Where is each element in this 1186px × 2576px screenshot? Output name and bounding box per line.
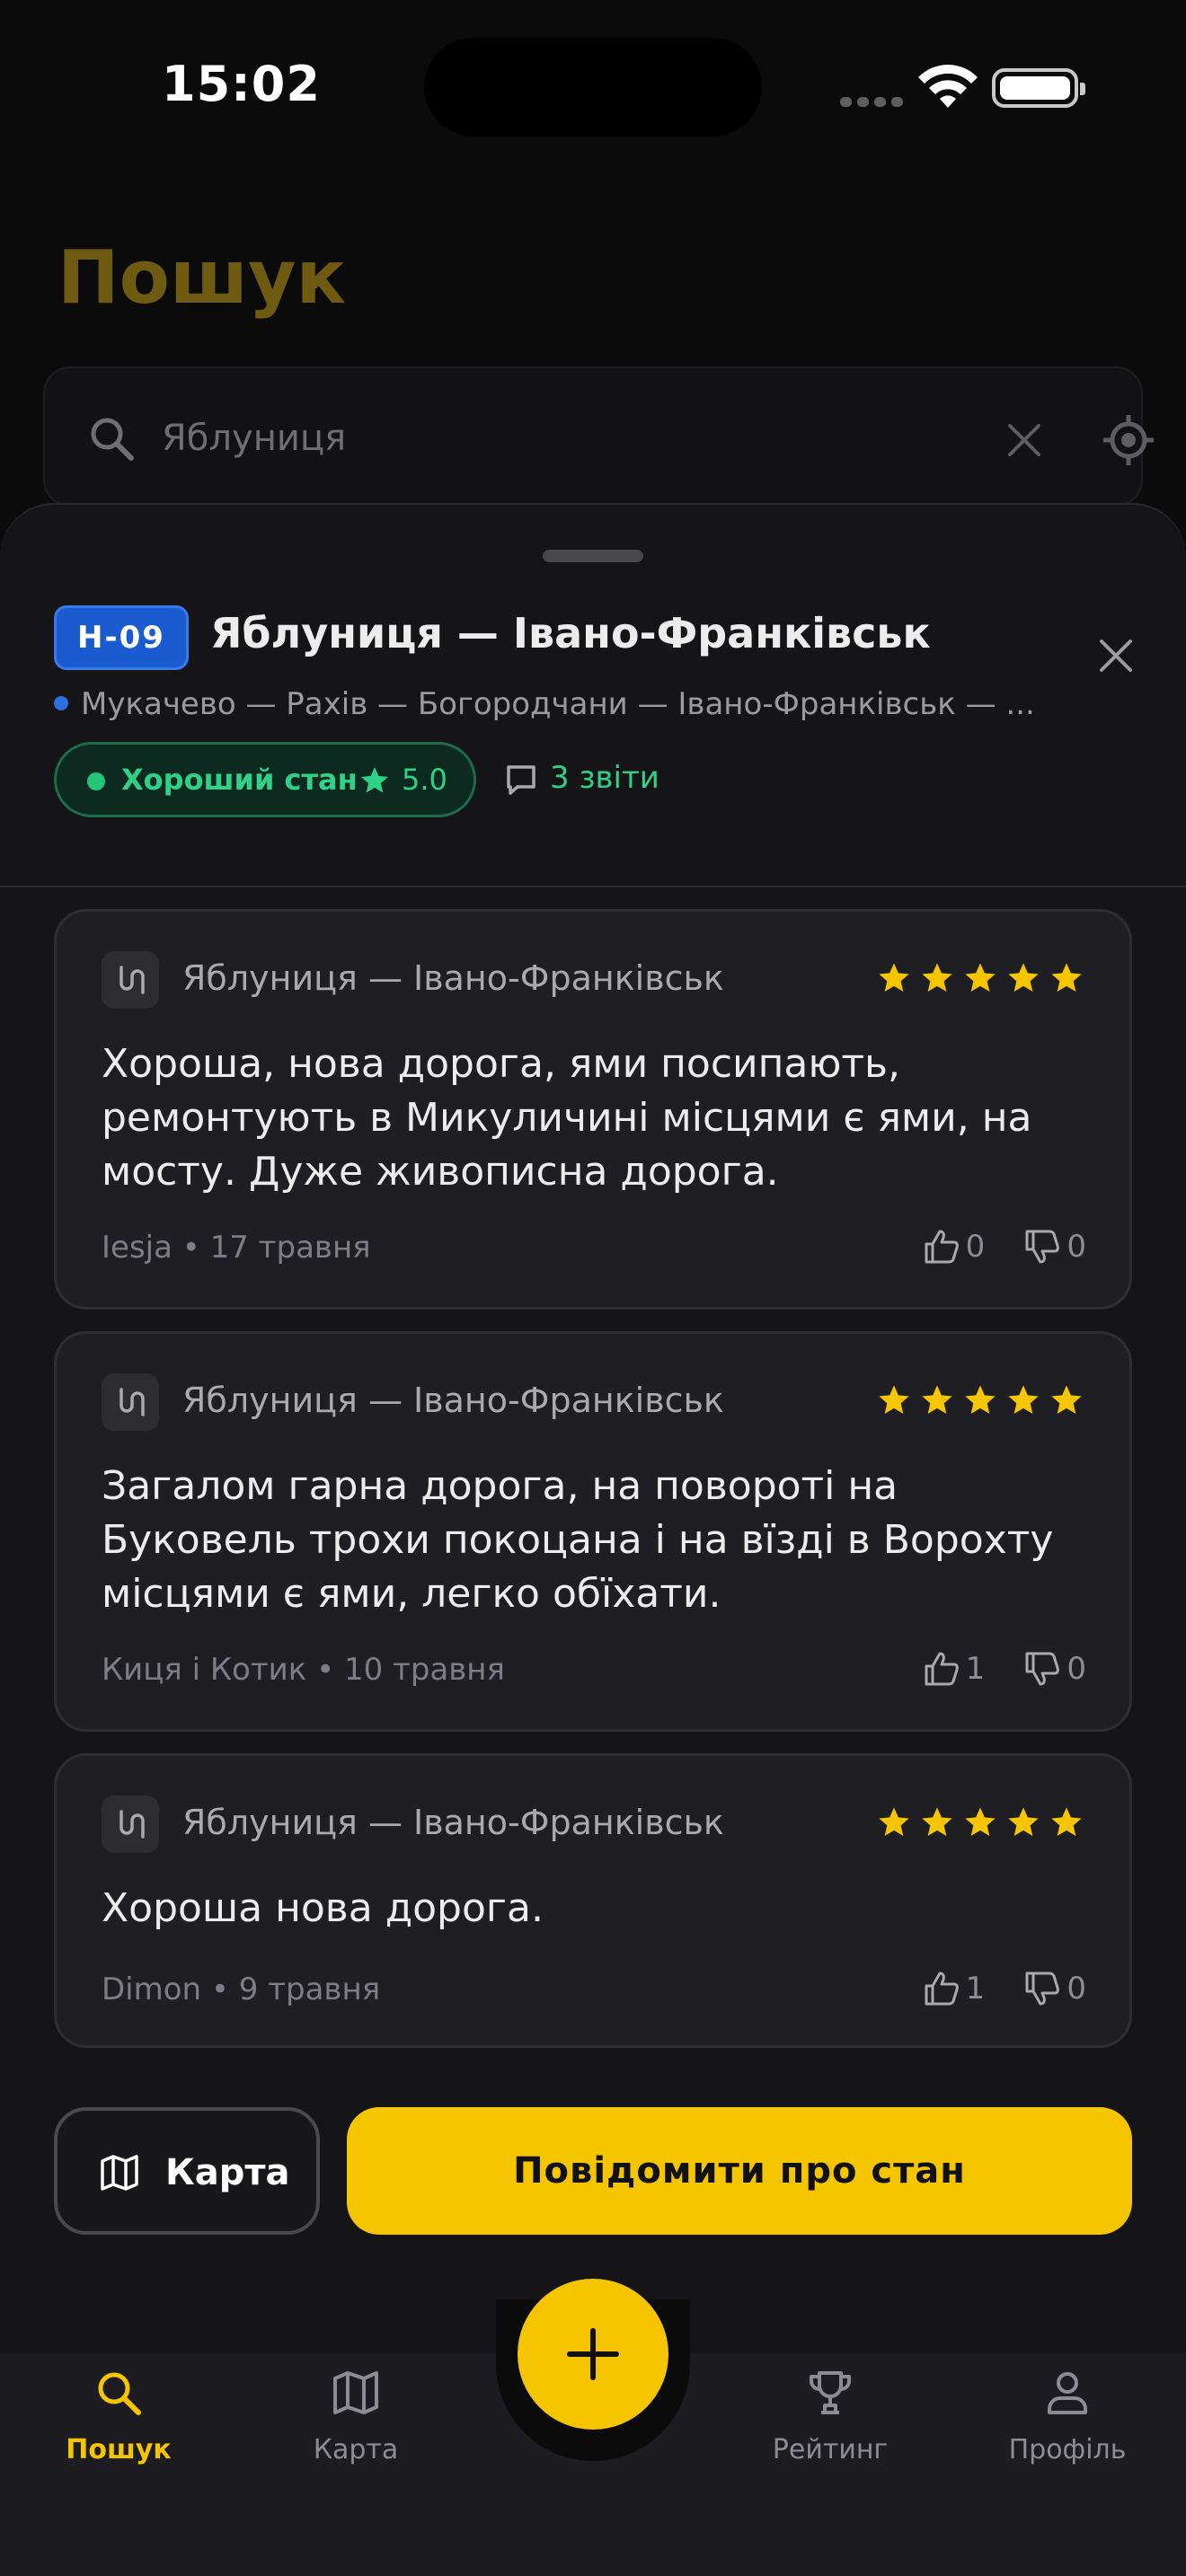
star-icon: [879, 1807, 909, 1836]
dislike-button[interactable]: 0: [1023, 1970, 1086, 2009]
like-button[interactable]: 0: [923, 1228, 986, 1267]
star-icon: [361, 767, 388, 793]
page-title: Пошук: [58, 235, 347, 321]
star-icon: [1051, 963, 1082, 992]
star-icon: [965, 1385, 996, 1414]
tab-label: Рейтинг: [772, 2434, 889, 2466]
road-code-badge: Н-09: [54, 605, 189, 670]
route-dot-icon: [54, 696, 68, 710]
dislike-count: 0: [1067, 1651, 1086, 1687]
road-title: Яблуниця — Івано-Франківськ: [210, 609, 931, 657]
review-votes: 1 0: [889, 1970, 1086, 2009]
search-box: [43, 366, 1154, 507]
reports-count: 3 звіти: [550, 760, 659, 796]
review-road: Яблуниця — Івано-Франківськ: [182, 1381, 724, 1420]
dislike-button[interactable]: 0: [1023, 1228, 1086, 1267]
status-time: 15:02: [162, 56, 321, 112]
close-icon[interactable]: [1094, 634, 1137, 677]
star-icon: [965, 963, 996, 992]
review-text: Загалом гарна дорога, на повороті на Бук…: [102, 1463, 1054, 1617]
tab-label: Профіль: [1008, 2434, 1127, 2466]
star-icon: [922, 1385, 952, 1414]
battery-icon: [992, 68, 1085, 108]
road-condition-badge: Хороший стан 5.0: [54, 742, 476, 817]
star-icon: [922, 963, 952, 992]
dislike-count: 0: [1067, 1971, 1086, 2007]
report-condition-button[interactable]: Повідомити про стан: [347, 2107, 1132, 2235]
route-icon: [102, 951, 159, 1009]
tab-label: Карта: [313, 2434, 399, 2466]
star-icon: [1051, 1807, 1082, 1836]
route-text: Мукачево — Рахів — Богородчани — Івано-Ф…: [81, 686, 1035, 722]
review-road: Яблуниця — Івано-Франківськ: [182, 1803, 724, 1842]
dynamic-island: [424, 38, 762, 137]
map-button-label: Карта: [165, 2152, 290, 2193]
review-road: Яблуниця — Івано-Франківськ: [182, 958, 724, 998]
tab-rating[interactable]: Рейтинг: [722, 2368, 938, 2484]
star-icon: [879, 963, 909, 992]
sheet-grabber[interactable]: [543, 550, 643, 562]
wifi-icon: [918, 65, 978, 108]
profile-icon: [1048, 2372, 1087, 2414]
map-button[interactable]: Карта: [54, 2107, 320, 2235]
review-text: Хороша нова дорога.: [102, 1885, 544, 1931]
tab-search[interactable]: Пошук: [11, 2368, 226, 2484]
add-report-button[interactable]: [518, 2279, 668, 2430]
review-card: Яблуниця — Івано-Франківськ Хороша нова …: [54, 1753, 1132, 2048]
star-icon: [922, 1807, 952, 1836]
thumbs-down-icon: [1025, 1652, 1060, 1686]
trophy-icon: [810, 2371, 851, 2414]
review-meta: Dimon • 9 травня: [102, 1972, 381, 2007]
like-button[interactable]: 1: [923, 1970, 986, 2009]
thumbs-down-icon: [1025, 1972, 1060, 2006]
search-icon: [98, 2372, 141, 2415]
condition-label: Хороший стан: [121, 763, 358, 797]
like-count: 1: [965, 1971, 986, 2007]
tab-profile[interactable]: Профіль: [960, 2368, 1175, 2484]
review-stars: [876, 1804, 1092, 1840]
like-count: 1: [965, 1651, 986, 1687]
search-input[interactable]: [162, 404, 970, 472]
like-button[interactable]: 1: [923, 1650, 986, 1689]
review-meta: Киця і Котик • 10 травня: [102, 1652, 505, 1688]
review-card: Яблуниця — Івано-Франківськ Хороша, нова…: [54, 909, 1132, 1310]
rating-value: 5.0: [402, 763, 447, 797]
review-votes: 1 0: [889, 1650, 1086, 1689]
thumbs-down-icon: [1025, 1230, 1060, 1264]
route-icon: [102, 1795, 159, 1853]
plus-icon: [567, 2328, 619, 2380]
thumbs-up-icon: [925, 1652, 959, 1686]
tab-label: Пошук: [66, 2434, 172, 2466]
star-icon: [1008, 1807, 1039, 1836]
review-stars: [876, 1382, 1092, 1418]
review-meta: Iesja • 17 травня: [102, 1230, 371, 1266]
review-text: Хороша, нова дорога, ями посипають, ремо…: [102, 1041, 1032, 1195]
like-count: 0: [965, 1229, 986, 1265]
star-icon: [879, 1385, 909, 1414]
dislike-count: 0: [1067, 1229, 1086, 1265]
map-icon: [333, 2371, 378, 2414]
thumbs-up-icon: [925, 1972, 959, 2006]
chat-icon: [507, 765, 535, 795]
star-icon: [1008, 1385, 1039, 1414]
route-icon: [102, 1373, 159, 1431]
clear-search-icon[interactable]: [1005, 420, 1044, 460]
status-dot-icon: [87, 772, 105, 790]
review-stars: [876, 960, 1092, 996]
dislike-button[interactable]: 0: [1023, 1650, 1086, 1689]
map-icon: [101, 2155, 138, 2191]
review-votes: 0 0: [889, 1228, 1086, 1267]
divider: [0, 886, 1186, 887]
star-icon: [1008, 963, 1039, 992]
review-card: Яблуниця — Івано-Франківськ Загалом гарн…: [54, 1331, 1132, 1732]
status-bar: 15:02: [0, 0, 1186, 171]
search-icon: [91, 418, 134, 461]
route-description: Мукачево — Рахів — Богородчани — Івано-Ф…: [54, 686, 1060, 722]
star-icon: [965, 1807, 996, 1836]
cellular-signal-icon: [840, 93, 908, 110]
thumbs-up-icon: [925, 1230, 959, 1264]
location-target-icon[interactable]: [1102, 413, 1155, 467]
star-icon: [1051, 1385, 1082, 1414]
tab-map[interactable]: Карта: [248, 2368, 464, 2484]
